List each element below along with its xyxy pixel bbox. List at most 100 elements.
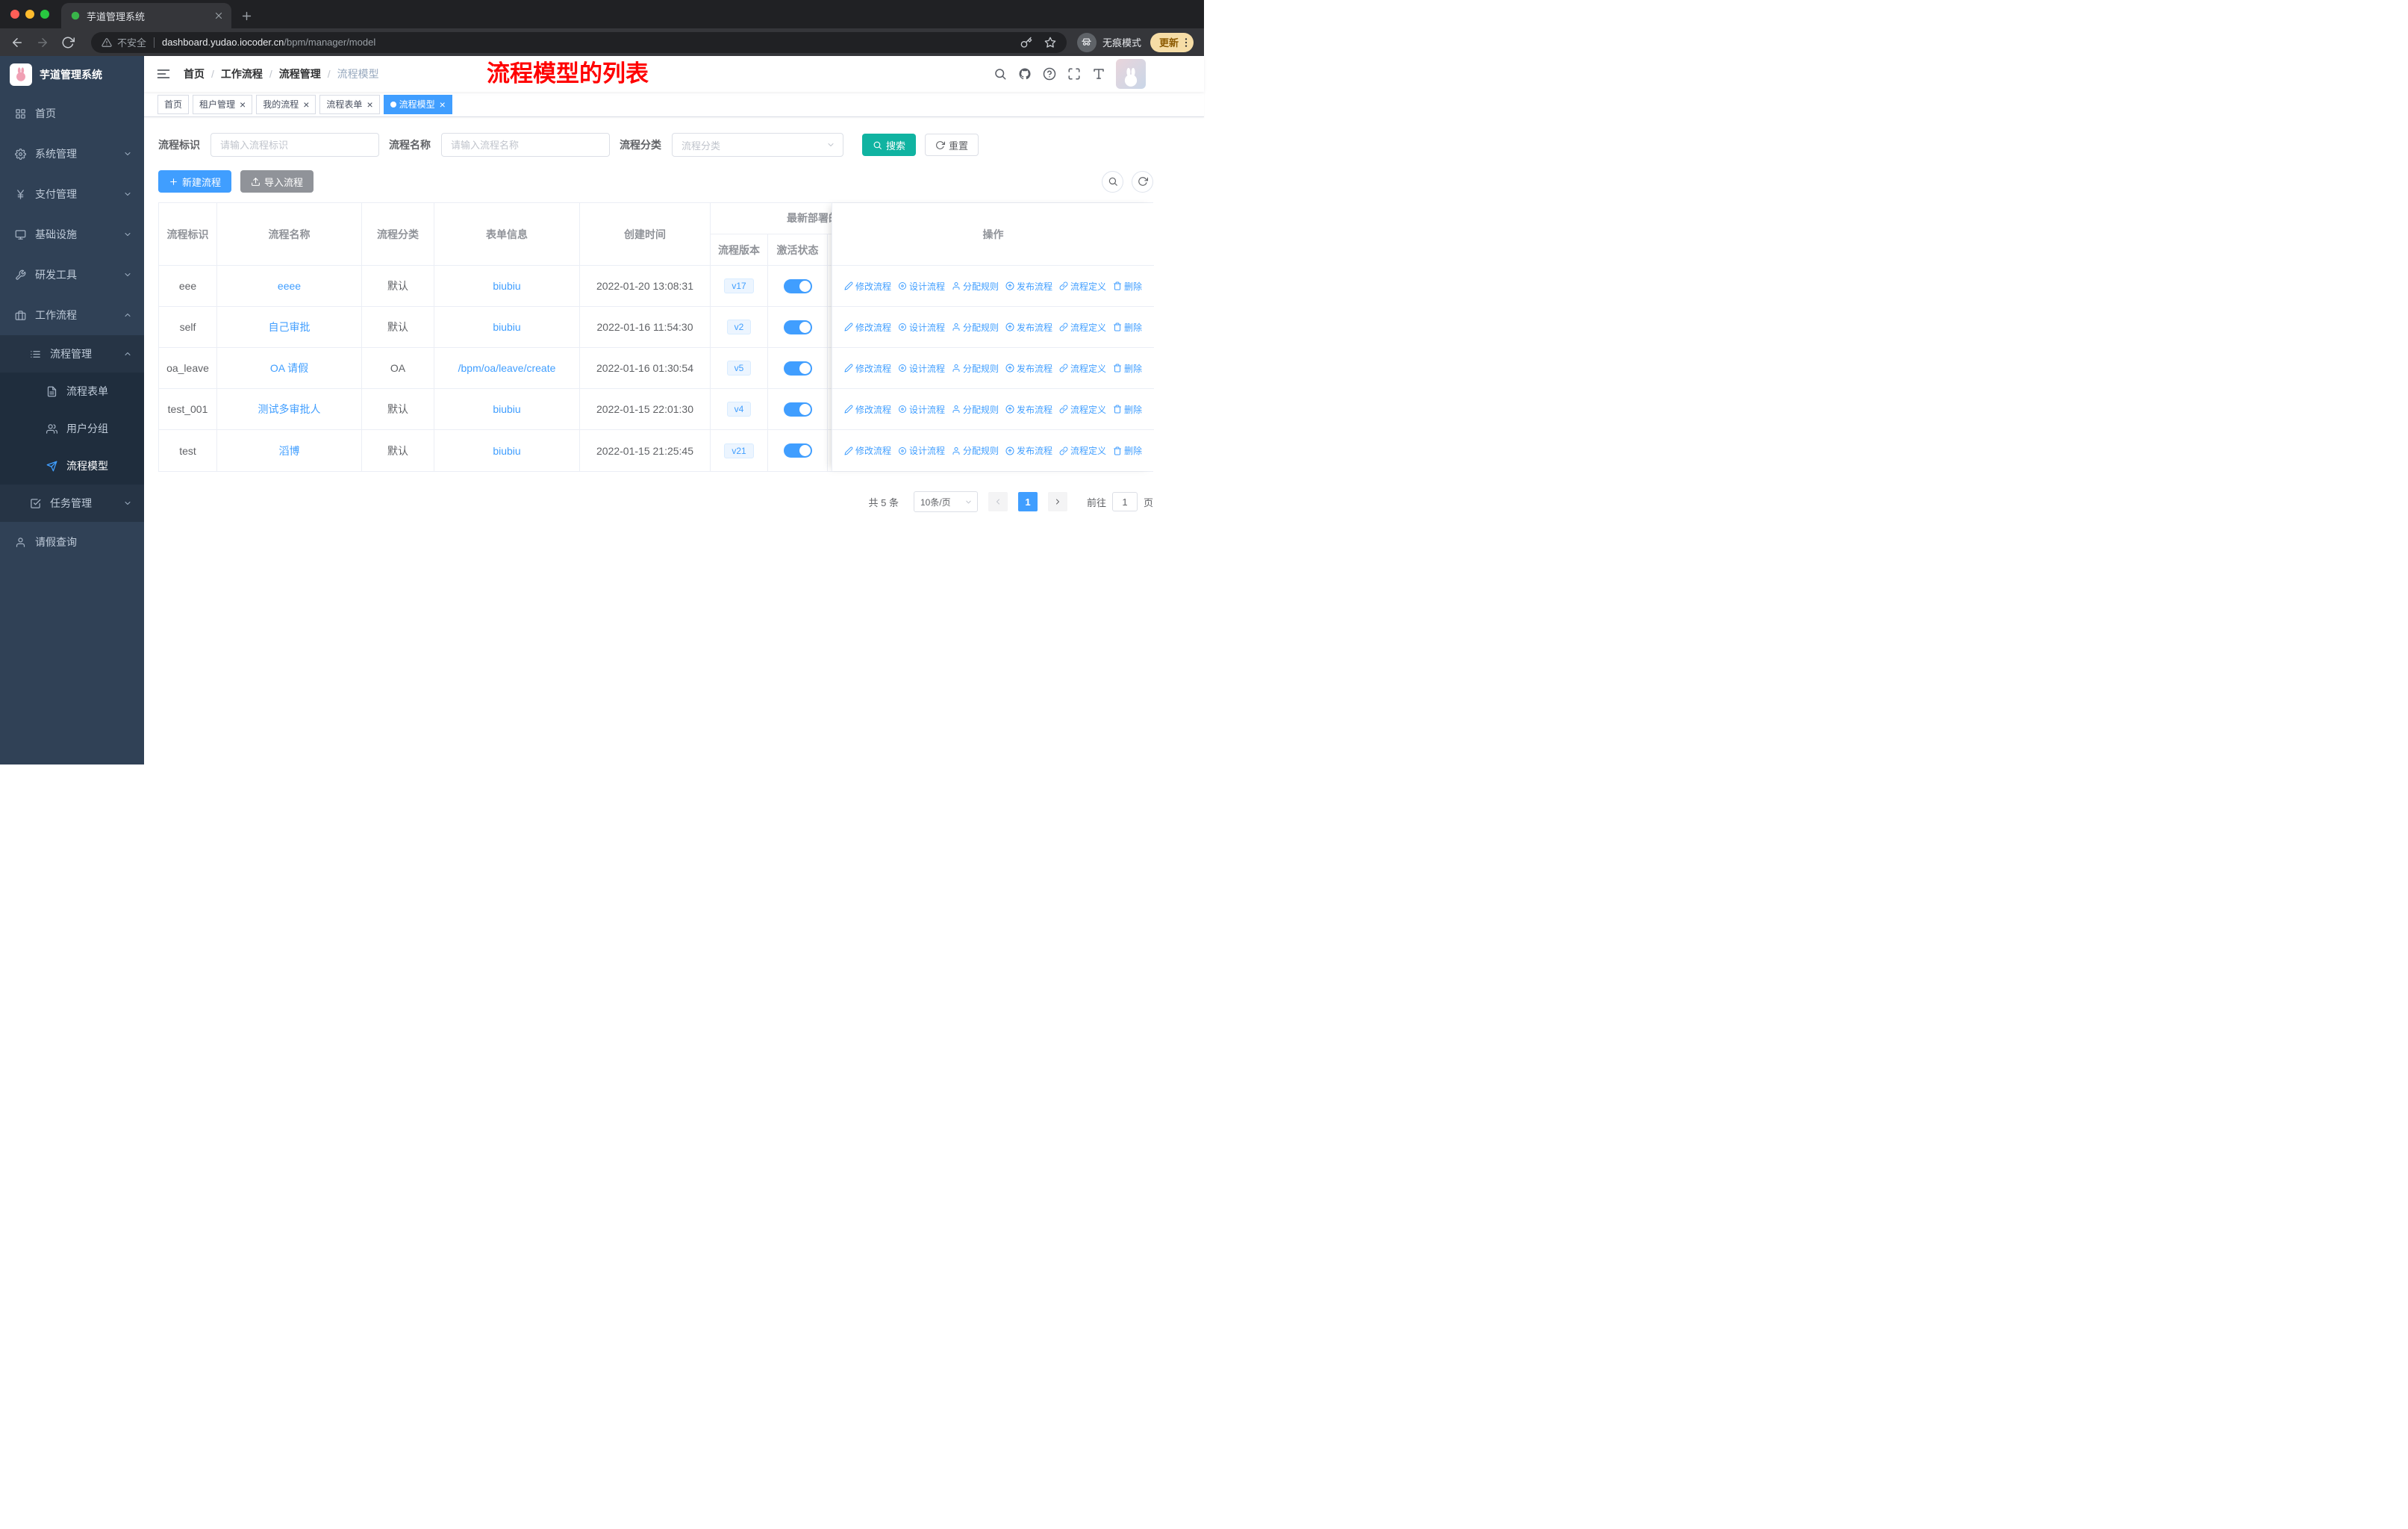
reset-button[interactable]: 重置 [925,134,979,156]
form-info-link[interactable]: biubiu [493,280,520,292]
action-publish[interactable]: 发布流程 [1005,444,1052,457]
sidebar-item-dev-tools[interactable]: 研发工具 [0,255,144,295]
new-tab-button[interactable] [240,10,253,22]
action-assign-rule[interactable]: 分配规则 [952,321,999,334]
fullscreen-button[interactable] [1067,67,1081,81]
form-info-link[interactable]: biubiu [493,321,520,333]
active-toggle[interactable] [783,320,812,334]
page-size-select[interactable]: 10条/页 [913,491,978,512]
breadcrumb-workflow[interactable]: 工作流程 [221,66,263,81]
form-info-link[interactable]: /bpm/oa/leave/create [458,362,556,374]
next-page-button[interactable] [1047,492,1067,511]
action-definition[interactable]: 流程定义 [1059,321,1106,334]
action-edit[interactable]: 修改流程 [844,444,891,457]
tag-home[interactable]: 首页 [157,94,190,114]
action-delete[interactable]: 删除 [1113,403,1142,416]
sidebar-item-process-form[interactable]: 流程表单 [0,373,144,410]
sidebar-item-system[interactable]: 系统管理 [0,134,144,174]
avatar[interactable] [1116,59,1146,89]
active-toggle[interactable] [783,443,812,458]
process-name-link[interactable]: OA 请假 [270,361,308,376]
category-select[interactable]: 流程分类 [672,133,843,157]
action-delete[interactable]: 删除 [1113,362,1142,375]
process-name-link[interactable]: 自己审批 [269,320,311,334]
process-key-input[interactable] [210,133,379,157]
sidebar-item-user-group[interactable]: 用户分组 [0,410,144,447]
action-assign-rule[interactable]: 分配规则 [952,403,999,416]
action-assign-rule[interactable]: 分配规则 [952,444,999,457]
process-name-link[interactable]: 滔博 [279,443,300,458]
sidebar-item-task-manage[interactable]: 任务管理 [0,485,144,522]
action-assign-rule[interactable]: 分配规则 [952,362,999,375]
action-delete[interactable]: 删除 [1113,280,1142,293]
breadcrumb-home[interactable]: 首页 [184,66,205,81]
tag-my-process[interactable]: 我的流程 × [256,94,316,114]
action-design[interactable]: 设计流程 [898,444,945,457]
action-design[interactable]: 设计流程 [898,280,945,293]
sidebar-item-home[interactable]: 首页 [0,93,144,134]
action-edit[interactable]: 修改流程 [844,403,891,416]
form-info-link[interactable]: biubiu [493,445,520,457]
create-process-button[interactable]: 新建流程 [158,170,232,193]
tag-close-icon[interactable]: × [240,99,246,110]
window-close-button[interactable] [10,10,19,19]
active-toggle[interactable] [783,361,812,376]
version-badge[interactable]: v2 [726,320,752,334]
import-process-button[interactable]: 导入流程 [240,170,314,193]
window-minimize-button[interactable] [25,10,34,19]
font-size-button[interactable] [1092,67,1105,81]
version-badge[interactable]: v21 [724,443,754,458]
action-definition[interactable]: 流程定义 [1059,280,1106,293]
action-publish[interactable]: 发布流程 [1005,280,1052,293]
back-button[interactable] [10,36,24,49]
process-name-link[interactable]: 测试多审批人 [258,402,321,417]
sidebar-item-process-manage[interactable]: 流程管理 [0,335,144,373]
version-badge[interactable]: v5 [726,361,752,376]
action-definition[interactable]: 流程定义 [1059,444,1106,457]
version-badge[interactable]: v17 [724,278,754,293]
sidebar-item-infrastructure[interactable]: 基础设施 [0,214,144,255]
action-publish[interactable]: 发布流程 [1005,321,1052,334]
address-bar[interactable]: 不安全 dashboard.yudao.iocoder.cn /bpm/mana… [91,31,1067,53]
sidebar-item-payment[interactable]: 支付管理 [0,174,144,214]
action-design[interactable]: 设计流程 [898,362,945,375]
action-delete[interactable]: 删除 [1113,444,1142,457]
action-publish[interactable]: 发布流程 [1005,403,1052,416]
active-toggle[interactable] [783,402,812,417]
tag-close-icon[interactable]: × [440,99,446,110]
process-name-input[interactable] [441,133,610,157]
breadcrumb-process-manage[interactable]: 流程管理 [279,66,321,81]
search-button[interactable] [994,67,1007,81]
prev-page-button[interactable] [988,492,1008,511]
action-definition[interactable]: 流程定义 [1059,403,1106,416]
sidebar-item-leave-query[interactable]: 请假查询 [0,522,144,562]
browser-update-button[interactable]: 更新 [1150,32,1194,52]
active-toggle[interactable] [783,278,812,293]
action-publish[interactable]: 发布流程 [1005,362,1052,375]
search-button[interactable]: 搜索 [862,134,917,156]
version-badge[interactable]: v4 [726,402,752,417]
action-definition[interactable]: 流程定义 [1059,362,1106,375]
goto-page-input[interactable] [1111,492,1138,511]
action-design[interactable]: 设计流程 [898,403,945,416]
more-vertical-icon[interactable] [1180,37,1192,49]
sidebar-item-process-model[interactable]: 流程模型 [0,447,144,485]
reload-button[interactable] [61,36,75,49]
tag-close-icon[interactable]: × [303,99,309,110]
show-search-button[interactable] [1102,170,1123,193]
process-name-link[interactable]: eeee [278,280,301,292]
tag-process-model[interactable]: 流程模型 × [383,94,452,114]
sidebar-collapse-button[interactable] [156,66,171,81]
page-number-1[interactable]: 1 [1017,492,1038,511]
tag-close-icon[interactable]: × [366,99,372,110]
tag-process-form[interactable]: 流程表单 × [319,94,380,114]
action-assign-rule[interactable]: 分配规则 [952,280,999,293]
action-edit[interactable]: 修改流程 [844,321,891,334]
forward-button[interactable] [36,36,49,49]
form-info-link[interactable]: biubiu [493,403,520,415]
action-edit[interactable]: 修改流程 [844,280,891,293]
window-zoom-button[interactable] [40,10,49,19]
action-edit[interactable]: 修改流程 [844,362,891,375]
action-design[interactable]: 设计流程 [898,321,945,334]
github-button[interactable] [1018,67,1032,81]
